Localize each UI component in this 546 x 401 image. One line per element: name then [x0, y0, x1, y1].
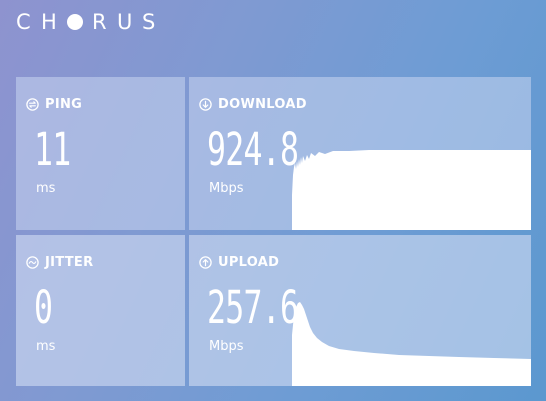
- download-label: DOWNLOAD: [218, 97, 307, 112]
- download-tile: DOWNLOAD 924.8 Mbps: [189, 77, 531, 230]
- logo-letter-r: R: [92, 10, 107, 34]
- ping-unit: ms: [36, 181, 56, 196]
- ping-header: PING: [26, 97, 82, 112]
- download-graph-area: [292, 150, 531, 230]
- logo-letter-s: S: [142, 10, 156, 34]
- ping-icon: [26, 98, 39, 111]
- upload-graph-area: [292, 302, 531, 386]
- upload-arrow-icon: [199, 256, 212, 269]
- upload-tile: UPLOAD 257.6 Mbps: [189, 235, 531, 386]
- download-value: 924.8: [207, 123, 299, 176]
- logo-dot-o: [67, 14, 83, 30]
- jitter-wave-icon: [26, 256, 39, 269]
- upload-unit: Mbps: [209, 339, 244, 354]
- jitter-unit: ms: [36, 339, 56, 354]
- logo-letter-c: C: [16, 10, 31, 34]
- chorus-logo: C H R U S: [16, 10, 167, 34]
- jitter-value: 0: [34, 281, 53, 334]
- ping-label: PING: [45, 97, 83, 112]
- upload-value: 257.6: [207, 281, 299, 334]
- logo-letter-h: H: [41, 10, 57, 34]
- ping-tile: PING 11 ms: [16, 77, 185, 230]
- download-unit: Mbps: [209, 181, 244, 196]
- jitter-tile: JITTER 0 ms: [16, 235, 185, 386]
- ping-value: 11: [34, 123, 71, 176]
- download-header: DOWNLOAD: [199, 97, 307, 112]
- download-arrow-icon: [199, 98, 212, 111]
- upload-header: UPLOAD: [199, 255, 279, 270]
- upload-label: UPLOAD: [218, 255, 280, 270]
- logo-letter-u: U: [117, 10, 133, 34]
- jitter-label: JITTER: [45, 255, 94, 270]
- jitter-header: JITTER: [26, 255, 93, 270]
